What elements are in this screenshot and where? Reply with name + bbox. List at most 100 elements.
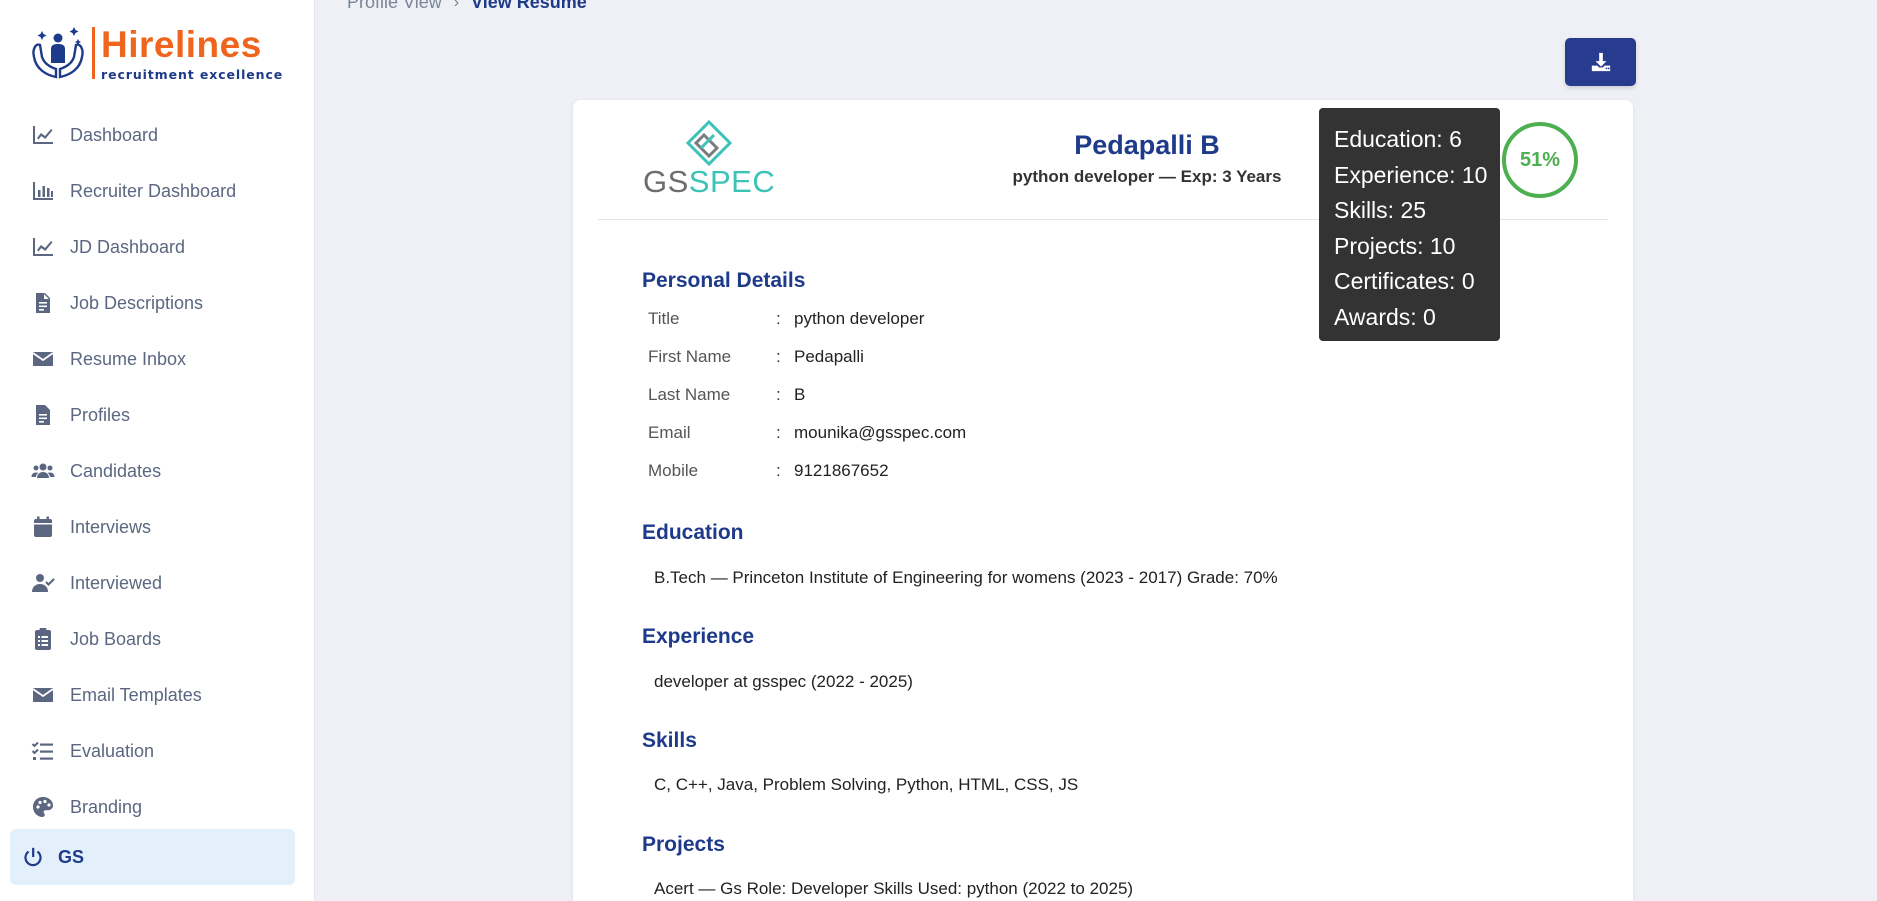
chart-line-icon	[30, 122, 56, 148]
sidebar-item-label: JD Dashboard	[70, 236, 186, 257]
section-title-personal: Personal Details	[642, 269, 806, 292]
download-button[interactable]	[1565, 38, 1636, 86]
sidebar-item-candidates[interactable]: Candidates	[0, 443, 315, 499]
sidebar-item-label: Resume Inbox	[70, 348, 187, 369]
sidebar-item-profiles[interactable]: Profiles	[0, 387, 315, 443]
breadcrumb-parent[interactable]: Profile View	[347, 0, 442, 13]
brand-tagline: recruitment excellence	[101, 66, 284, 82]
personal-details: Title : python developer First Name : Pe…	[648, 300, 966, 490]
sidebar-item-label: Profiles	[70, 404, 131, 425]
detail-row-email: Email : mounika@gsspec.com	[648, 414, 966, 452]
sidebar-item-label: Email Templates	[70, 684, 202, 705]
sidebar-item-recruiter-dashboard[interactable]: Recruiter Dashboard	[0, 163, 315, 219]
detail-colon: :	[776, 461, 781, 480]
breadcrumb: Profile View › View Resume	[347, 0, 587, 13]
envelope-icon	[30, 682, 56, 708]
detail-label: First Name	[648, 347, 732, 366]
sidebar-nav: Dashboard Recruiter Dashboard JD Dashboa…	[0, 107, 315, 835]
detail-value: Pedapalli	[794, 347, 864, 366]
detail-value: 9121867652	[794, 461, 889, 480]
download-icon	[1591, 52, 1610, 72]
chart-line-icon	[30, 234, 56, 260]
tooltip-line-awards: Awards: 0	[1334, 303, 1436, 330]
sidebar-item-interviewed[interactable]: Interviewed	[0, 555, 315, 611]
sidebar-item-label: Candidates	[70, 460, 162, 481]
sidebar-item-label: Evaluation	[70, 740, 155, 761]
detail-row-first-name: First Name : Pedapalli	[648, 338, 966, 376]
sidebar-item-job-boards[interactable]: Job Boards	[0, 611, 315, 667]
users-icon	[30, 458, 56, 484]
tooltip-line-projects: Projects: 10	[1334, 232, 1456, 259]
sidebar-item-dashboard[interactable]: Dashboard	[0, 107, 315, 163]
detail-row-last-name: Last Name : B	[648, 376, 966, 414]
tooltip-line-certificates: Certificates: 0	[1334, 268, 1475, 295]
detail-label: Email	[648, 423, 691, 442]
calendar-icon	[30, 514, 56, 540]
section-title-projects: Projects	[642, 833, 725, 856]
sidebar: Hirelines recruitment excellence Dashboa…	[0, 0, 315, 901]
document-icon	[30, 402, 56, 428]
match-score: 51%	[1519, 148, 1561, 171]
sidebar-item-jd-dashboard[interactable]: JD Dashboard	[0, 219, 315, 275]
brand-name: Hirelines	[101, 23, 262, 65]
sidebar-item-label: Branding	[70, 796, 143, 817]
sidebar-item-label: Recruiter Dashboard	[70, 180, 237, 201]
detail-value: python developer	[794, 309, 925, 328]
chevron-right-icon: ›	[453, 0, 460, 11]
detail-row-title: Title : python developer	[648, 300, 966, 338]
detail-row-mobile: Mobile : 9121867652	[648, 452, 966, 490]
sidebar-item-branding[interactable]: Branding	[0, 779, 315, 835]
sidebar-item-label: Interviewed	[70, 572, 163, 593]
match-score-ring[interactable]: 51%	[1502, 122, 1578, 198]
section-title-skills: Skills	[642, 729, 697, 752]
detail-label: Last Name	[648, 385, 731, 404]
detail-colon: :	[776, 385, 781, 404]
sidebar-item-evaluation[interactable]: Evaluation	[0, 723, 315, 779]
envelope-icon	[30, 346, 56, 372]
projects-entry: Acert — Gs Role: Developer Skills Used: …	[654, 879, 1134, 898]
detail-colon: :	[776, 423, 781, 442]
sidebar-item-email-templates[interactable]: Email Templates	[0, 667, 315, 723]
clipboard-list-icon	[30, 626, 56, 652]
candidate-subtitle: python developer — Exp: 3 Years	[1012, 167, 1282, 186]
detail-colon: :	[776, 347, 781, 366]
detail-value: B	[794, 385, 806, 404]
company-name-part1: GS	[643, 164, 689, 199]
company-name-part2: SPEC	[688, 164, 776, 199]
detail-label: Title	[648, 309, 680, 328]
document-icon	[30, 290, 56, 316]
logo-text: Hirelines recruitment excellence	[101, 23, 284, 82]
sidebar-item-label: Interviews	[70, 516, 152, 537]
chart-bar-icon	[30, 178, 56, 204]
list-check-icon	[30, 738, 56, 764]
detail-colon: :	[776, 309, 781, 328]
experience-entry: developer at gsspec (2022 - 2025)	[654, 672, 913, 691]
sidebar-item-interviews[interactable]: Interviews	[0, 499, 315, 555]
user-check-icon	[30, 570, 56, 596]
power-icon	[24, 847, 42, 867]
detail-label: Mobile	[648, 461, 699, 480]
tooltip-line-experience: Experience: 10	[1334, 161, 1488, 188]
sidebar-item-job-descriptions[interactable]: Job Descriptions	[0, 275, 315, 331]
candidate-header: Pedapalli B python developer — Exp: 3 Ye…	[913, 130, 1381, 187]
sidebar-item-label: Job Descriptions	[70, 292, 204, 313]
user-label: GS	[58, 846, 85, 867]
skills-entry: C, C++, Java, Problem Solving, Python, H…	[654, 775, 1079, 794]
breadcrumb-current: View Resume	[471, 0, 587, 12]
section-title-experience: Experience	[642, 625, 755, 648]
tooltip-line-skills: Skills: 25	[1334, 197, 1427, 224]
hands-person-logo-icon	[32, 27, 84, 79]
sidebar-item-label: Dashboard	[70, 124, 159, 145]
company-name: GSSPEC	[643, 164, 775, 200]
sidebar-item-label: Job Boards	[70, 628, 162, 649]
palette-icon	[30, 794, 56, 820]
tooltip-line-education: Education: 6	[1334, 126, 1462, 152]
brand-logo[interactable]: Hirelines recruitment excellence	[28, 22, 288, 84]
user-logout-item[interactable]: GS	[10, 829, 295, 885]
detail-value: mounika@gsspec.com	[794, 423, 967, 442]
sidebar-item-resume-inbox[interactable]: Resume Inbox	[0, 331, 315, 387]
candidate-name: Pedapalli B	[1074, 130, 1220, 160]
section-title-education: Education	[642, 521, 744, 544]
logo-divider	[92, 27, 95, 79]
score-breakdown-tooltip: Education: 6 Experience: 10 Skills: 25 P…	[1319, 108, 1500, 341]
